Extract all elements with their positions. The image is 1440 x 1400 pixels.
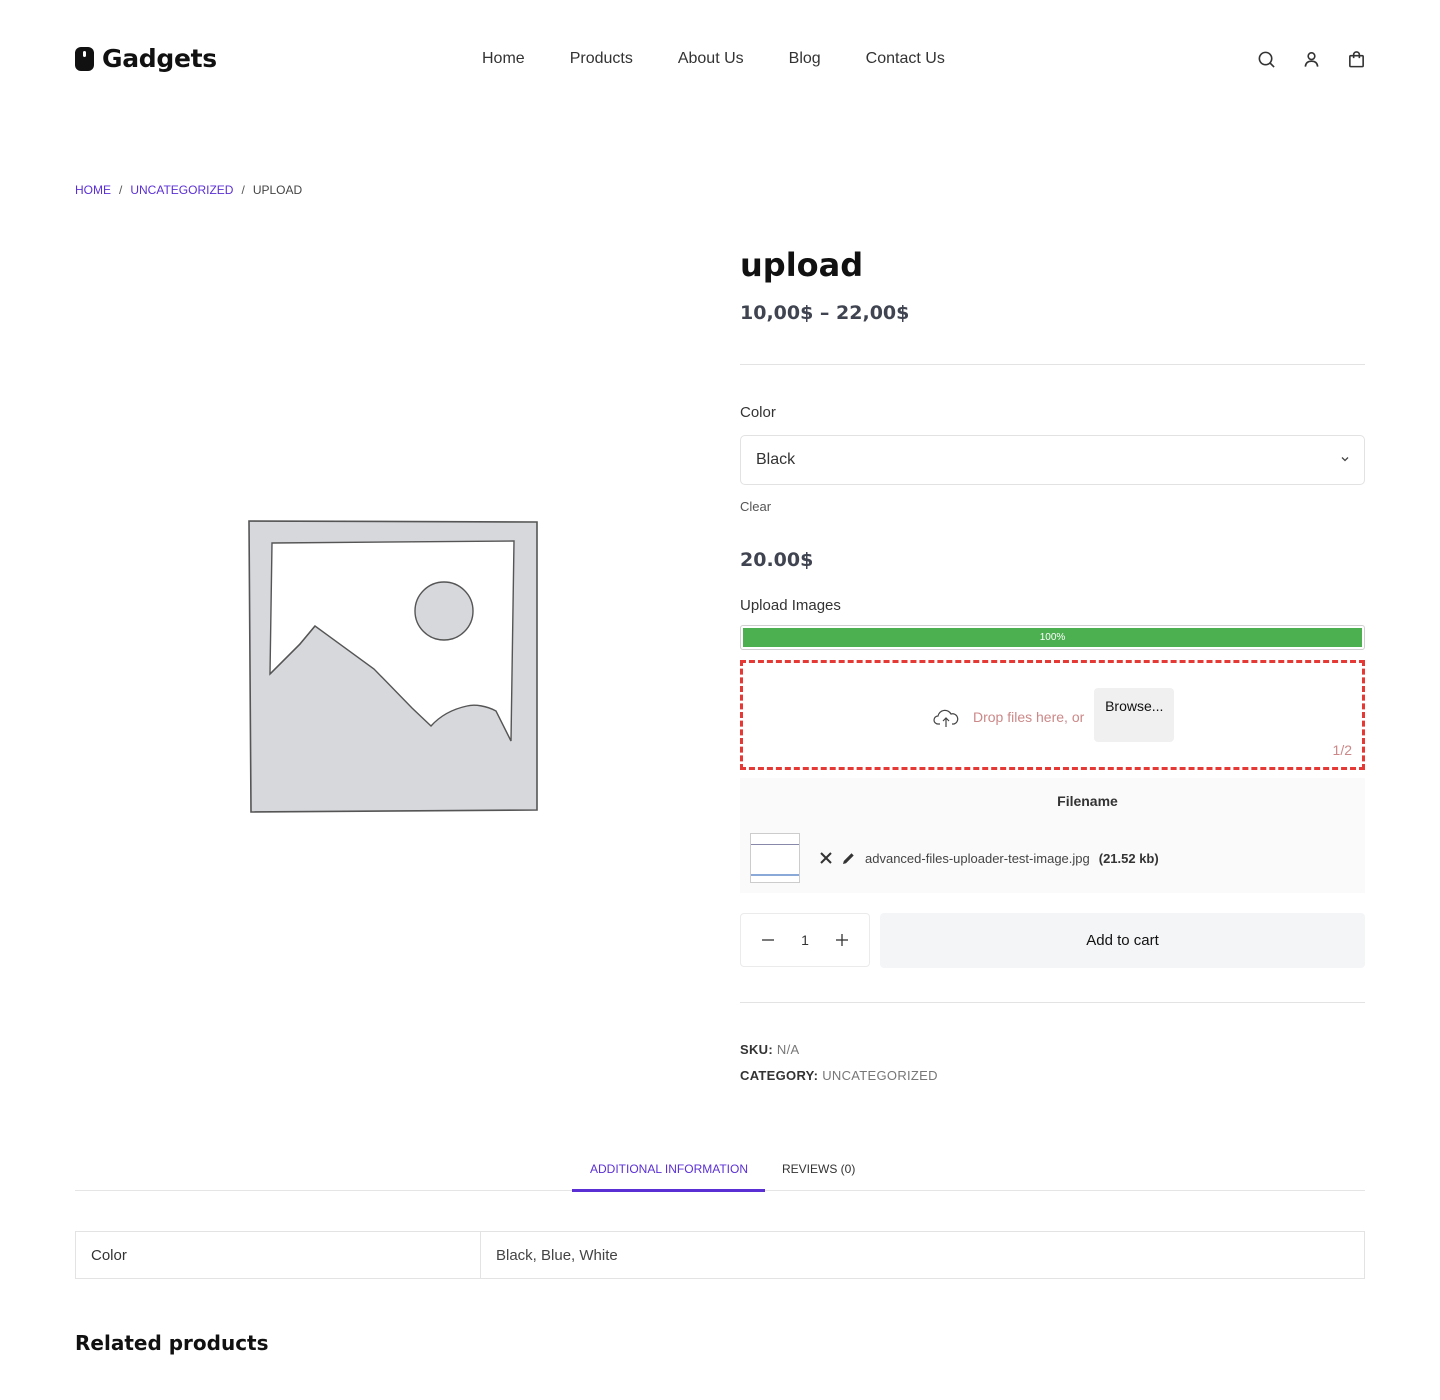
variation-price: 20.00$ (740, 549, 814, 571)
nav-item-blog[interactable]: Blog (789, 50, 821, 68)
chevron-down-icon (1341, 457, 1349, 462)
nav-item-contact-us[interactable]: Contact Us (866, 50, 945, 68)
file-dropzone[interactable]: Drop files here, or Browse... 1/2 (740, 660, 1365, 770)
upload-progress-fill: 100% (743, 628, 1362, 647)
file-row: advanced-files-uploader-test-image.jpg (… (740, 823, 1365, 893)
category-label: CATEGORY: (740, 1068, 819, 1083)
breadcrumb: HOME / UNCATEGORIZED / UPLOAD (75, 183, 302, 197)
color-select[interactable]: Black (740, 435, 1365, 485)
tab-additional-information[interactable]: ADDITIONAL INFORMATION (590, 1162, 748, 1176)
edit-file-icon[interactable] (842, 852, 855, 865)
nav-item-products[interactable]: Products (570, 50, 633, 68)
product-image-placeholder[interactable] (245, 516, 541, 814)
attribute-value: Black, Blue, White (496, 1246, 618, 1264)
category-meta: CATEGORY: UNCATEGORIZED (740, 1068, 938, 1083)
quantity-value[interactable]: 1 (801, 932, 809, 948)
account-icon[interactable] (1302, 50, 1321, 69)
increase-quantity-button[interactable] (835, 930, 849, 950)
file-count: 1/2 (1332, 742, 1352, 758)
site-logo[interactable]: Gadgets (75, 44, 217, 73)
uploaded-files-table: Filename advanced-files-uploader-test-im… (740, 778, 1365, 893)
file-thumbnail (750, 833, 800, 883)
tab-reviews[interactable]: REVIEWS (0) (782, 1162, 855, 1176)
remove-file-icon[interactable] (820, 852, 832, 864)
main-nav: Home Products About Us Blog Contact Us (482, 50, 990, 68)
additional-information-table: Color Black, Blue, White (75, 1231, 1365, 1279)
decrease-quantity-button[interactable] (761, 930, 775, 950)
minus-icon (762, 939, 774, 941)
upload-progress-bar: 100% (740, 625, 1365, 650)
mouse-logo-icon (75, 46, 94, 71)
upload-progress-label: 100% (1039, 632, 1066, 643)
category-link[interactable]: UNCATEGORIZED (822, 1068, 938, 1083)
related-products-heading: Related products (75, 1331, 269, 1355)
dropzone-text: Drop files here, or (973, 709, 1085, 725)
upload-images-label: Upload Images (740, 597, 841, 614)
breadcrumb-separator: / (119, 183, 123, 197)
plus-icon (835, 934, 848, 946)
quantity-stepper: 1 (740, 913, 870, 967)
cart-icon[interactable] (1347, 50, 1366, 69)
file-name: advanced-files-uploader-test-image.jpg (865, 850, 1090, 866)
breadcrumb-separator: / (241, 183, 245, 197)
breadcrumb-current: UPLOAD (252, 183, 303, 197)
sku-meta: SKU: N/A (740, 1042, 799, 1057)
nav-item-about-us[interactable]: About Us (678, 50, 744, 68)
product-tabs: ADDITIONAL INFORMATION REVIEWS (0) (75, 1150, 1365, 1192)
nav-item-home[interactable]: Home (482, 50, 525, 68)
divider (740, 364, 1365, 365)
filename-header: Filename (1057, 792, 1118, 809)
site-header: Gadgets Home Products About Us Blog Cont… (0, 0, 1440, 120)
active-tab-indicator (572, 1189, 765, 1192)
add-to-cart-button[interactable]: Add to cart (880, 913, 1365, 968)
breadcrumb-category[interactable]: UNCATEGORIZED (130, 183, 233, 197)
divider (740, 1002, 1365, 1003)
product-price-range: 10,00$ – 22,00$ (740, 302, 910, 324)
brand-name: Gadgets (102, 44, 217, 73)
color-label: Color (740, 404, 776, 421)
attribute-name: Color (76, 1232, 481, 1278)
cloud-upload-icon (933, 709, 959, 727)
file-size: (21.52 kb) (1098, 850, 1159, 866)
search-icon[interactable] (1257, 50, 1276, 69)
browse-button[interactable]: Browse... (1094, 688, 1175, 742)
sku-value: N/A (776, 1042, 800, 1057)
sku-label: SKU: (740, 1042, 773, 1057)
clear-selection-link[interactable]: Clear (740, 499, 771, 514)
header-icons (1257, 50, 1366, 69)
color-select-value: Black (756, 451, 796, 468)
product-title: upload (740, 246, 864, 284)
breadcrumb-home[interactable]: HOME (75, 183, 111, 197)
